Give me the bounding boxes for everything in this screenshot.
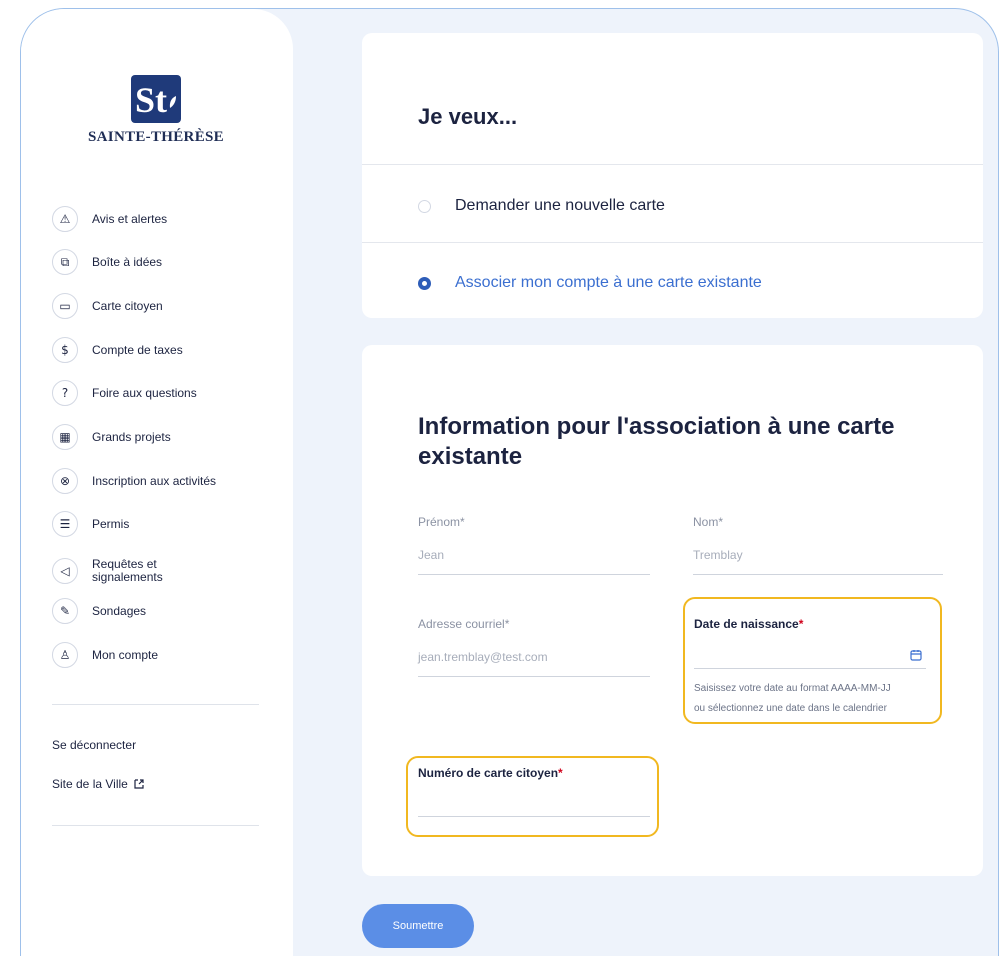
sidebar-item-label: Mon compte (92, 647, 159, 662)
sidebar-item-label: Boîte à idées (92, 254, 163, 269)
sidebar-item-compte[interactable]: ♙ Mon compte (52, 640, 282, 670)
sidebar-item-requetes[interactable]: ◁ Requêtes et signalements (52, 556, 282, 586)
sidebar-divider (52, 825, 259, 826)
last-name-input[interactable]: Tremblay (693, 548, 943, 562)
option-existing-card[interactable]: Associer mon compte à une carte existant… (418, 274, 762, 292)
logout-label: Se déconnecter (52, 738, 137, 752)
option-label: Demander une nouvelle carte (455, 197, 665, 214)
card-icon: ▭ (52, 293, 78, 319)
app-frame: St SAINTE-THÉRÈSE ⚠ Avis et alertes ⧉ Bo… (20, 8, 999, 956)
card-number-input[interactable] (418, 786, 650, 816)
first-name-input[interactable]: Jean (418, 548, 650, 562)
divider (362, 242, 983, 243)
building-icon: ▦ (52, 424, 78, 450)
divider (362, 164, 983, 165)
email-field[interactable]: Adresse courriel* jean.tremblay@test.com (418, 617, 650, 677)
birth-date-label: Date de naissance* (694, 617, 804, 631)
megaphone-icon: ◁ (52, 558, 78, 584)
first-name-field[interactable]: Prénom* Jean (418, 515, 650, 575)
edit-icon: ✎ (52, 598, 78, 624)
birth-date-helper: Saisissez votre date au format AAAA-MM-J… (694, 683, 891, 714)
option-new-card[interactable]: Demander une nouvelle carte (418, 197, 665, 215)
sidebar-item-label: Sondages (92, 603, 147, 618)
last-name-label: Nom* (693, 515, 724, 529)
submit-button[interactable]: Soumettre (362, 904, 474, 948)
input-underline (694, 668, 926, 669)
sidebar-item-label: Grands projets (92, 429, 171, 444)
svg-text:St: St (135, 80, 167, 120)
sidebar-item-label: Permis (92, 516, 130, 531)
clipboard-icon: ☰ (52, 511, 78, 537)
logout-link[interactable]: Se déconnecter (52, 738, 136, 752)
email-label: Adresse courriel* (418, 617, 510, 631)
question-icon: ? (52, 380, 78, 406)
idea-box-icon: ⧉ (52, 249, 78, 275)
input-underline (418, 816, 650, 817)
warning-icon: ⚠ (52, 206, 78, 232)
sidebar-divider (52, 704, 259, 705)
choice-card: Je veux... Demander une nouvelle carte A… (362, 33, 983, 318)
form-card: Information pour l'association à une car… (362, 345, 983, 876)
email-input[interactable]: jean.tremblay@test.com (418, 650, 650, 664)
sidebar-item-sondages[interactable]: ✎ Sondages (52, 596, 282, 626)
input-underline (418, 574, 650, 575)
required-marker: * (798, 617, 804, 631)
city-logo-icon: St (131, 75, 181, 123)
external-link-icon (134, 779, 144, 789)
sidebar-item-idees[interactable]: ⧉ Boîte à idées (52, 247, 282, 277)
calendar-icon[interactable] (910, 649, 922, 661)
sidebar-item-permis[interactable]: ☰ Permis (52, 509, 282, 539)
sidebar-item-label: Avis et alertes (92, 211, 168, 226)
required-marker: * (558, 766, 563, 780)
sidebar-item-label: Carte citoyen (92, 298, 163, 313)
sidebar-item-projets[interactable]: ▦ Grands projets (52, 422, 282, 452)
activity-ball-icon: ⊗ (52, 468, 78, 494)
city-site-label: Site de la Ville (52, 777, 128, 791)
choice-title: Je veux... (418, 104, 518, 129)
sidebar: St SAINTE-THÉRÈSE ⚠ Avis et alertes ⧉ Bo… (21, 9, 293, 956)
sidebar-item-label: Inscription aux activités (92, 473, 217, 488)
radio-unchecked-icon[interactable] (418, 199, 431, 213)
logo[interactable]: St SAINTE-THÉRÈSE (81, 74, 231, 146)
last-name-field[interactable]: Nom* Tremblay (693, 515, 943, 575)
sidebar-item-label: Compte de taxes (92, 342, 183, 357)
radio-checked-icon[interactable] (418, 276, 431, 290)
logo-text: SAINTE-THÉRÈSE (88, 129, 224, 145)
sidebar-item-carte[interactable]: ▭ Carte citoyen (52, 291, 282, 321)
dollar-icon: $ (52, 337, 78, 363)
form-title: Information pour l'association à une car… (418, 413, 895, 470)
user-icon: ♙ (52, 642, 78, 668)
sidebar-item-avis[interactable]: ⚠ Avis et alertes (52, 204, 282, 234)
option-label: Associer mon compte à une carte existant… (455, 274, 762, 291)
sidebar-item-label: Foire aux questions (92, 385, 197, 400)
input-underline (418, 676, 650, 677)
sidebar-item-taxes[interactable]: $ Compte de taxes (52, 335, 282, 365)
city-site-link[interactable]: Site de la Ville (52, 777, 144, 791)
sidebar-item-activites[interactable]: ⊗ Inscription aux activités (52, 466, 282, 496)
input-underline (693, 574, 943, 575)
card-number-label: Numéro de carte citoyen* (418, 766, 563, 780)
sidebar-item-label: Requêtes et signalements (92, 557, 163, 584)
sidebar-item-faq[interactable]: ? Foire aux questions (52, 378, 282, 408)
birth-date-input[interactable] (694, 637, 926, 667)
first-name-label: Prénom* (418, 515, 465, 529)
